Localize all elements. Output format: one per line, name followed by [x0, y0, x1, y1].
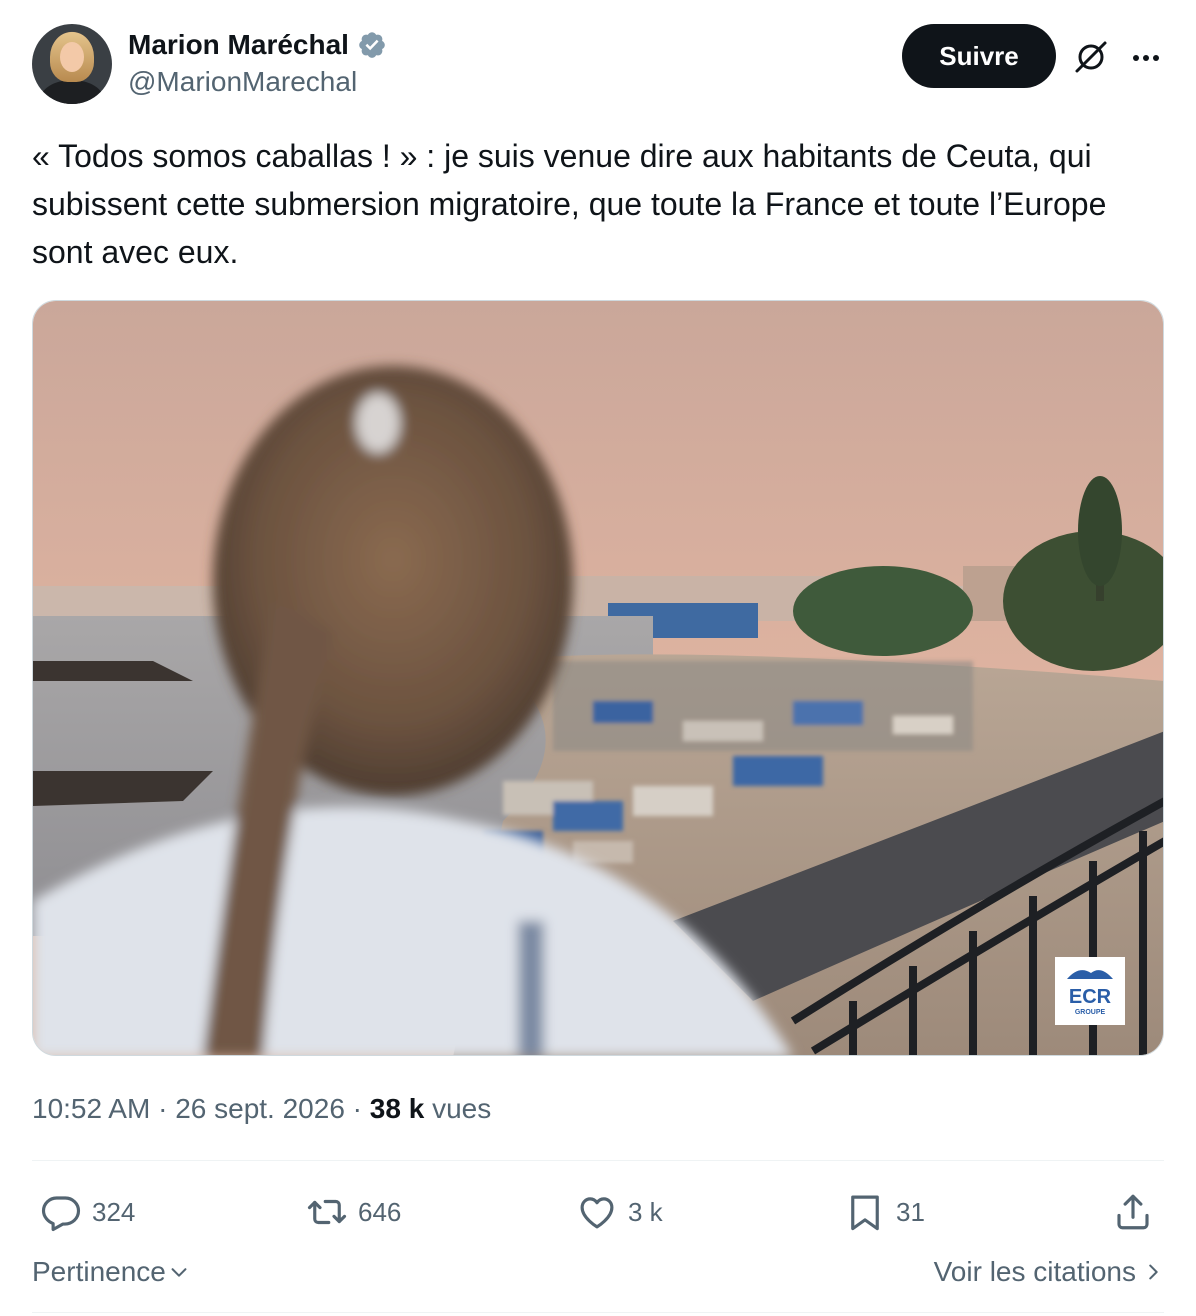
- tweet-date[interactable]: 26 sept. 2026: [175, 1093, 345, 1124]
- reply-count: 324: [92, 1196, 136, 1227]
- divider: [32, 1312, 1164, 1313]
- more-options-icon[interactable]: [1128, 40, 1164, 76]
- bookmark-count: 31: [896, 1196, 925, 1227]
- bookmark-icon: [851, 1195, 879, 1231]
- grok-icon[interactable]: [1072, 38, 1110, 76]
- bookmark-button[interactable]: 31: [844, 1180, 925, 1244]
- follow-button[interactable]: Suivre: [902, 24, 1056, 88]
- view-quotes-label: Voir les citations: [933, 1256, 1136, 1287]
- reply-button[interactable]: 324: [40, 1180, 135, 1244]
- author-names: Marion Maréchal @MarionMarechal: [128, 28, 387, 100]
- tweet-header: Marion Maréchal @MarionMarechal Suivre: [32, 22, 1164, 106]
- tweet-meta: 10:52 AM · 26 sept. 2026 · 38 k vues: [32, 1090, 491, 1128]
- views-label: vues: [424, 1093, 492, 1124]
- sort-selector[interactable]: Pertinence: [32, 1252, 190, 1292]
- ecr-logo-subtext: GROUPE: [1075, 1009, 1106, 1016]
- sort-label: Pertinence: [32, 1256, 166, 1287]
- repost-button[interactable]: 646: [306, 1180, 401, 1244]
- verified-badge-icon: [359, 32, 385, 58]
- beach-camp-photo: ECR GROUPE: [33, 301, 1163, 1055]
- author-display-name[interactable]: Marion Maréchal: [128, 28, 349, 62]
- chevron-down-icon: [171, 1268, 187, 1277]
- like-button[interactable]: 3 k: [576, 1180, 663, 1244]
- tweet-time[interactable]: 10:52 AM: [32, 1093, 150, 1124]
- repost-icon: [307, 1199, 347, 1225]
- like-count: 3 k: [628, 1196, 663, 1227]
- views-count: 38 k: [369, 1093, 425, 1124]
- repost-count: 646: [358, 1196, 402, 1227]
- ecr-logo-text: ECR: [1069, 986, 1112, 1008]
- avatar[interactable]: [32, 24, 112, 104]
- author-display-name-row[interactable]: Marion Maréchal: [128, 28, 387, 62]
- reply-icon: [41, 1196, 81, 1232]
- author-handle[interactable]: @MarionMarechal: [128, 64, 387, 100]
- share-icon: [1117, 1194, 1149, 1230]
- meta-separator: ·: [150, 1093, 176, 1124]
- meta-separator: ·: [344, 1093, 370, 1124]
- tweet-text: « Todos somos caballas ! » : je suis ven…: [32, 138, 1107, 270]
- ecr-logo: ECR GROUPE: [1055, 957, 1125, 1025]
- action-bar: 324 646 3 k 31: [32, 1180, 1164, 1244]
- divider: [32, 1160, 1164, 1161]
- share-button[interactable]: [1112, 1180, 1154, 1244]
- tweet-photo[interactable]: ECR GROUPE: [32, 300, 1164, 1056]
- heart-icon: [580, 1197, 614, 1229]
- chevron-right-icon: [1149, 1264, 1158, 1280]
- view-quotes-link[interactable]: Voir les citations: [934, 1252, 1164, 1292]
